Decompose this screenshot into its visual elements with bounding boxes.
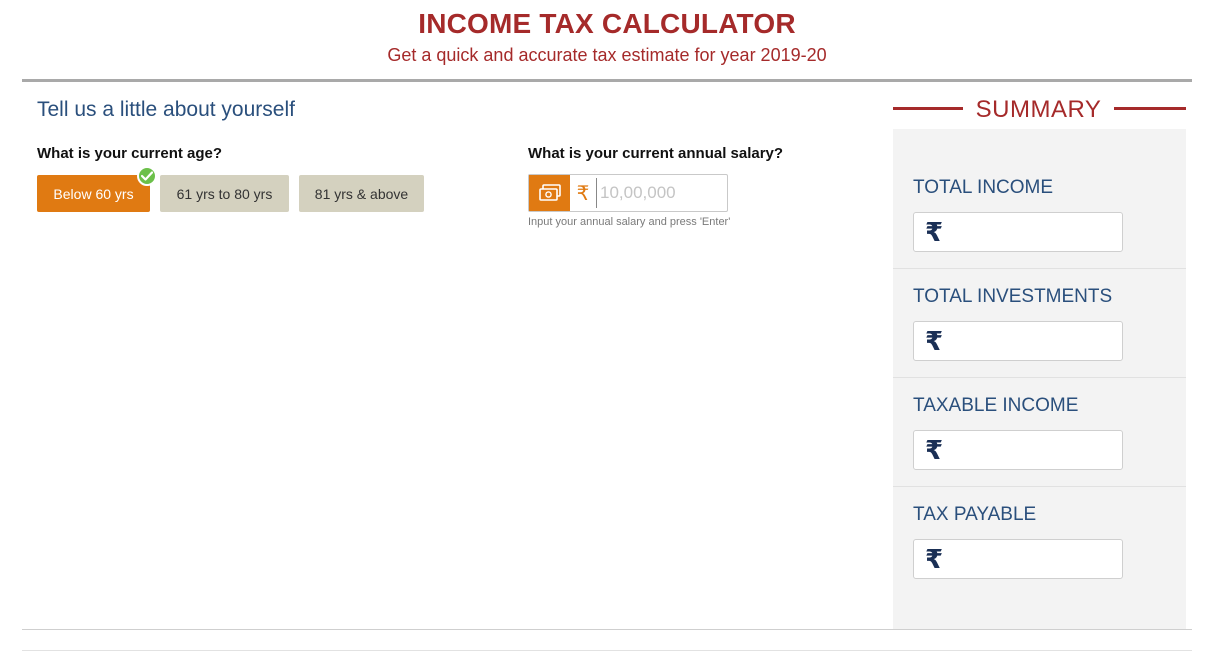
money-icon (529, 175, 570, 211)
salary-question: What is your current annual salary? (528, 145, 784, 162)
check-circle-icon (137, 166, 157, 186)
summary-divider (893, 268, 1186, 269)
summary-divider (893, 486, 1186, 487)
salary-field[interactable]: ₹ (528, 174, 728, 212)
about-heading: Tell us a little about yourself (37, 98, 295, 121)
age-question: What is your current age? (37, 145, 223, 162)
summary-label-total-income: TOTAL INCOME (913, 177, 1054, 198)
summary-rule-right (1114, 107, 1186, 110)
taxable-income-field: ₹ (913, 430, 1123, 470)
tax-payable-field: ₹ (913, 539, 1123, 579)
rupee-icon: ₹ (925, 325, 944, 356)
rupee-icon: ₹ (925, 543, 944, 574)
total-investments-field: ₹ (913, 321, 1123, 361)
rupee-icon: ₹ (925, 216, 944, 247)
footer-divider (22, 629, 1192, 630)
rupee-icon: ₹ (576, 182, 590, 205)
summary-label-taxable-income: TAXABLE INCOME (913, 395, 1079, 416)
total-income-field: ₹ (913, 212, 1123, 252)
summary-rule-left (893, 107, 963, 110)
summary-label-total-investments: TOTAL INVESTMENTS (913, 286, 1113, 307)
header-divider (22, 79, 1192, 82)
salary-hint: Input your annual salary and press 'Ente… (528, 216, 731, 228)
summary-divider (893, 377, 1186, 378)
summary-label-tax-payable: TAX PAYABLE (913, 504, 1037, 525)
salary-input[interactable] (596, 178, 716, 208)
page-subtitle: Get a quick and accurate tax estimate fo… (387, 45, 827, 65)
age-option-61-to-80[interactable]: 61 yrs to 80 yrs (160, 175, 289, 212)
age-option-below-60[interactable]: Below 60 yrs (37, 175, 150, 212)
rupee-icon: ₹ (925, 434, 944, 465)
summary-title: SUMMARY (975, 96, 1102, 123)
age-option-81-above[interactable]: 81 yrs & above (299, 175, 424, 212)
page-title: INCOME TAX CALCULATOR (418, 8, 796, 39)
